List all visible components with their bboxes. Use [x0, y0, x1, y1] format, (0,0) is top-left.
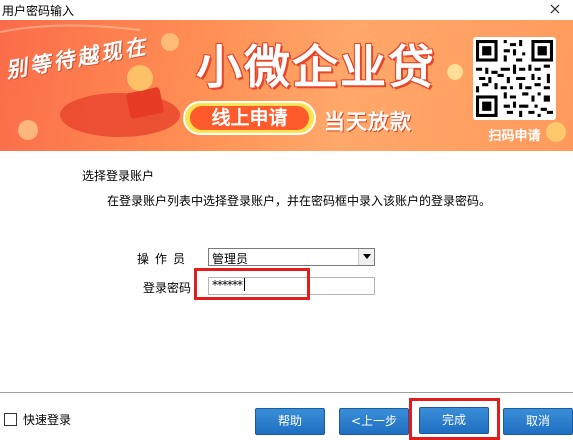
close-icon[interactable]	[547, 1, 563, 17]
quick-login-label: 快速登录	[23, 413, 72, 427]
help-button[interactable]: 帮助	[255, 408, 325, 435]
window-title: 用户密码输入	[2, 4, 75, 18]
operator-select[interactable]: 管理员	[208, 248, 375, 266]
title-bar: 用户密码输入	[0, 0, 573, 20]
apply-online-text: 线上申请	[190, 106, 309, 130]
sameday-loan-text: 当天放款	[324, 110, 412, 134]
operator-value: 管理员	[212, 252, 249, 266]
qr-code	[473, 37, 556, 120]
ad-banner[interactable]: 别等待越现在 小微企业贷 线上申请 当天放款 扫码申请	[0, 20, 573, 151]
qr-code-icon	[476, 40, 553, 117]
quick-login-checkbox[interactable]	[4, 413, 17, 426]
finish-highlight-box	[409, 398, 500, 440]
password-highlight-box	[194, 268, 310, 300]
section-description: 在登录账户列表中选择登录账户，并在密码框中录入该账户的登录密码。	[107, 194, 492, 208]
section-title: 选择登录账户	[82, 169, 155, 183]
cancel-button[interactable]: 取消	[503, 408, 573, 435]
banner-headline: 小微企业贷	[196, 40, 436, 94]
chevron-down-icon[interactable]	[358, 249, 374, 265]
qr-label: 扫码申请	[488, 129, 541, 144]
password-label: 登录密码	[142, 281, 191, 295]
previous-step-button[interactable]: <上一步	[339, 408, 409, 435]
apply-online-badge: 线上申请	[183, 101, 316, 135]
quick-login-option[interactable]: 快速登录	[4, 411, 71, 428]
operator-label: 操作员	[136, 252, 191, 266]
footer-divider	[0, 392, 573, 394]
